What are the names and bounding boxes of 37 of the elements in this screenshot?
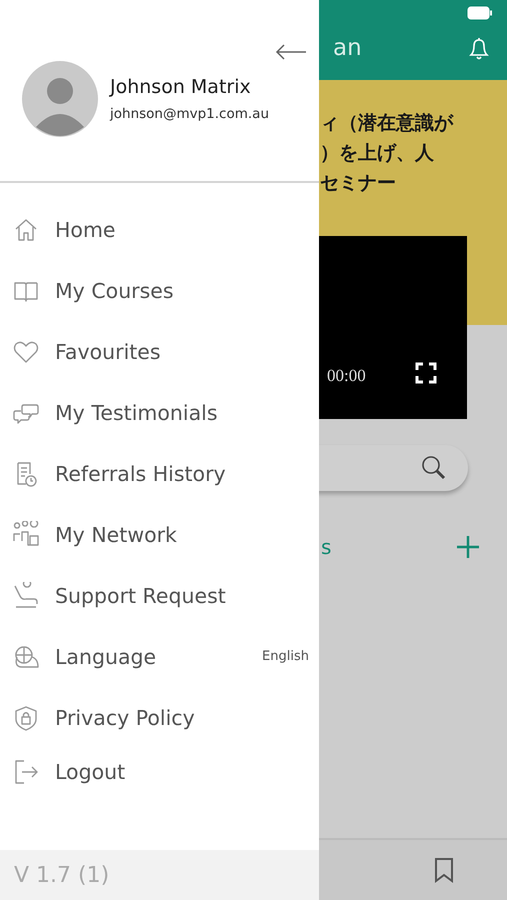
plus-icon[interactable] bbox=[456, 535, 480, 559]
video-player[interactable]: 00:00 bbox=[319, 236, 467, 419]
battery-icon bbox=[467, 6, 493, 20]
language-value: English bbox=[262, 649, 309, 664]
menu-label: Home bbox=[55, 218, 117, 242]
video-time: 00:00 bbox=[327, 366, 366, 386]
fullscreen-icon[interactable] bbox=[415, 362, 437, 384]
menu-item[interactable]: Favourites bbox=[0, 321, 319, 382]
menu-label: Logout bbox=[55, 760, 126, 784]
menu-item[interactable]: Referrals History bbox=[0, 443, 319, 504]
banner-text: ）を上げ、人 bbox=[320, 141, 434, 166]
menu-label: My Courses bbox=[55, 278, 175, 302]
user-name: Johnson Matrix bbox=[110, 76, 251, 98]
people-icon bbox=[12, 520, 40, 548]
menu-item[interactable]: My Courses bbox=[0, 260, 319, 321]
avatar-icon bbox=[22, 61, 98, 137]
menu-label: Privacy Policy bbox=[55, 706, 196, 730]
menu-item[interactable]: Home bbox=[0, 199, 319, 260]
app-title: an bbox=[333, 35, 362, 61]
version-text: V 1.7 (1) bbox=[14, 862, 110, 888]
bookmark-icon[interactable] bbox=[434, 857, 454, 883]
menu-label: Support Request bbox=[55, 584, 227, 608]
section-title: s bbox=[321, 535, 332, 559]
menu-label: Language bbox=[55, 644, 158, 668]
menu-item[interactable]: Support Request bbox=[0, 565, 319, 626]
menu-label: Favourites bbox=[55, 340, 162, 364]
banner-text: ィ（潜在意識が bbox=[320, 111, 453, 136]
menu-label: My Testimonials bbox=[55, 400, 219, 424]
menu-item[interactable]: Language English bbox=[0, 626, 319, 687]
user-email: johnson@mvp1.com.au bbox=[110, 106, 270, 122]
menu-label: My Network bbox=[55, 522, 178, 546]
banner-text: セミナー bbox=[320, 171, 396, 196]
menu-label: Referrals History bbox=[55, 462, 227, 486]
menu-item[interactable]: My Testimonials bbox=[0, 382, 319, 443]
menu-item[interactable]: My Network bbox=[0, 504, 319, 565]
search-icon[interactable] bbox=[420, 454, 448, 482]
back-arrow-icon[interactable] bbox=[275, 44, 307, 60]
